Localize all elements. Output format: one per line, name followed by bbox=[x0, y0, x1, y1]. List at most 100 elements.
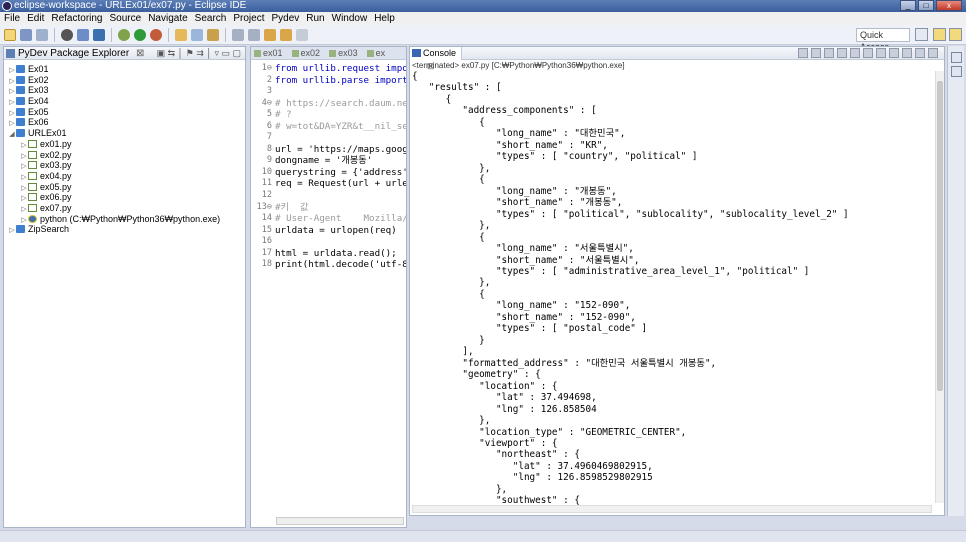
restore-view-icon[interactable] bbox=[951, 52, 962, 63]
console-line: } bbox=[412, 334, 485, 346]
tree-item[interactable]: ▷ ex06.py bbox=[4, 192, 245, 203]
minimize-view-icon[interactable] bbox=[915, 48, 925, 58]
explorer-view-tools[interactable]: ▣ ⇆ │ ⚑ ⇉ │ ▿ ▭ ▢ bbox=[157, 47, 241, 60]
new-icon[interactable] bbox=[4, 28, 16, 41]
back-icon[interactable] bbox=[280, 28, 292, 41]
menu-source[interactable]: Source bbox=[110, 12, 142, 25]
word-wrap-icon[interactable] bbox=[863, 48, 873, 58]
tree-item-label: ZipSearch bbox=[28, 224, 70, 235]
collapsed-arrow-icon[interactable]: ▷ bbox=[8, 226, 16, 237]
tree-item[interactable]: ▷ ex07.py bbox=[4, 203, 245, 214]
open-type-icon[interactable] bbox=[175, 28, 187, 41]
open-console-menu-icon[interactable] bbox=[902, 48, 912, 58]
tree-item[interactable]: ▷ ex02.py bbox=[4, 150, 245, 161]
last-edit-icon[interactable] bbox=[264, 28, 276, 41]
tree-item[interactable]: ◢ URLEx01 bbox=[4, 128, 245, 139]
code-line: 4⊖ # https://search.daum.ne bbox=[251, 98, 406, 110]
console-output[interactable]: { "results" : [ { "address_components" :… bbox=[410, 71, 944, 507]
editor-horizontal-scrollbar[interactable] bbox=[276, 517, 404, 525]
menu-run[interactable]: Run bbox=[306, 12, 324, 25]
menu-navigate[interactable]: Navigate bbox=[148, 12, 187, 25]
line-number: 7 bbox=[266, 132, 272, 143]
terminate-icon[interactable] bbox=[798, 48, 808, 58]
java-perspective-icon[interactable] bbox=[949, 28, 962, 41]
tree-item-label: ex02.py bbox=[40, 149, 72, 160]
project-icon bbox=[16, 75, 25, 84]
console-icon bbox=[412, 49, 421, 57]
menu-help[interactable]: Help bbox=[374, 12, 395, 25]
tree-item[interactable]: ▷ Ex01 bbox=[4, 64, 245, 75]
scrollbar-thumb[interactable] bbox=[937, 81, 943, 391]
open-console-icon[interactable] bbox=[93, 28, 105, 41]
tree-item[interactable]: ▷ Ex03 bbox=[4, 85, 245, 96]
close-view-icon[interactable]: ⊠ bbox=[136, 48, 144, 59]
remove-launch-icon[interactable] bbox=[811, 48, 821, 58]
quick-access-field[interactable]: Quick Access bbox=[856, 28, 910, 52]
search-icon[interactable] bbox=[191, 28, 203, 41]
tree-item-label: ex07.py bbox=[40, 202, 72, 213]
menu-search[interactable]: Search bbox=[195, 12, 227, 25]
menu-edit[interactable]: Edit bbox=[27, 12, 44, 25]
menu-file[interactable]: File bbox=[4, 12, 20, 25]
tree-item[interactable]: ▷ Ex04 bbox=[4, 96, 245, 107]
run-icon[interactable] bbox=[134, 28, 146, 41]
tree-item[interactable]: ▷ ex03.py bbox=[4, 160, 245, 171]
maximize-view-icon[interactable] bbox=[928, 48, 938, 58]
save-icon[interactable] bbox=[20, 28, 32, 41]
package-explorer-header[interactable]: PyDev Package Explorer ⊠ ▣ ⇆ │ ⚑ ⇉ │ ▿ ▭… bbox=[4, 47, 245, 60]
tree-item[interactable]: ▷ Ex02 bbox=[4, 75, 245, 86]
close-button[interactable]: x bbox=[936, 0, 962, 11]
menu-refactoring[interactable]: Refactoring bbox=[51, 12, 102, 25]
line-number: 18 bbox=[261, 259, 272, 270]
console-horizontal-scrollbar[interactable] bbox=[412, 505, 932, 513]
file-icon bbox=[28, 193, 37, 202]
tree-item[interactable]: ▷ ex04.py bbox=[4, 171, 245, 182]
next-annotation-icon[interactable] bbox=[248, 28, 260, 41]
scroll-lock-icon[interactable] bbox=[850, 48, 860, 58]
window-title: eclipse-workspace - URLEx01/ex07.py - Ec… bbox=[14, 0, 247, 11]
annotation-icon[interactable] bbox=[232, 28, 244, 41]
line-number: 15 bbox=[261, 224, 272, 235]
console-line: "types" : [ "postal_code" ] bbox=[412, 323, 648, 335]
clear-console-icon[interactable] bbox=[837, 48, 847, 58]
remove-all-icon[interactable] bbox=[824, 48, 834, 58]
forward-icon[interactable] bbox=[296, 28, 308, 41]
tree-item[interactable]: ▷ ZipSearch bbox=[4, 224, 245, 235]
tree-item[interactable]: ▷ ex01.py bbox=[4, 139, 245, 150]
open-perspective-icon[interactable] bbox=[915, 28, 928, 41]
debug-icon[interactable] bbox=[61, 28, 73, 41]
menu-window[interactable]: Window bbox=[332, 12, 368, 25]
display-console-icon[interactable] bbox=[889, 48, 899, 58]
menu-project[interactable]: Project bbox=[233, 12, 264, 25]
tab-ex01[interactable]: ex01 bbox=[251, 47, 289, 59]
pydev-perspective-icon[interactable] bbox=[933, 28, 946, 41]
tree-item-label: Ex04 bbox=[28, 96, 49, 107]
save-all-icon[interactable] bbox=[36, 28, 48, 41]
external-tools-icon[interactable] bbox=[150, 28, 162, 41]
close-console-icon[interactable]: ⊠ bbox=[427, 61, 435, 71]
terminal-icon[interactable] bbox=[77, 28, 89, 41]
console-vertical-scrollbar[interactable] bbox=[935, 71, 944, 503]
code-text: # User-Agent Mozilla/ bbox=[275, 213, 407, 225]
bug-icon[interactable] bbox=[118, 28, 130, 41]
tree-item[interactable]: ▷ Ex05 bbox=[4, 107, 245, 118]
tree-item[interactable]: ▷ python (C:₩Python₩Python36₩python.exe) bbox=[4, 214, 245, 225]
minimize-button[interactable]: _ bbox=[900, 0, 916, 11]
tab-ex07[interactable]: ex bbox=[364, 47, 392, 59]
tree-item[interactable]: ▷ ex05.py bbox=[4, 182, 245, 193]
outline-view-icon[interactable] bbox=[951, 66, 962, 77]
code-line: 18 print(html.decode('utf-8 bbox=[251, 259, 406, 271]
tree-item[interactable]: ▷ Ex06 bbox=[4, 117, 245, 128]
pin-console-icon[interactable] bbox=[876, 48, 886, 58]
project-icon bbox=[16, 225, 25, 234]
maximize-button[interactable]: □ bbox=[918, 0, 934, 11]
tab-ex02[interactable]: ex02 bbox=[289, 47, 327, 59]
tab-console[interactable]: Console ⊠ bbox=[410, 47, 462, 71]
tab-ex03[interactable]: ex03 bbox=[326, 47, 364, 59]
menu-pydev[interactable]: Pydev bbox=[271, 12, 299, 25]
code-editor[interactable]: ex01 ex02 ex03 ex 1⊖ from urllib.request … bbox=[250, 46, 407, 528]
code-line: 8 url = 'https://maps.goog bbox=[251, 144, 406, 156]
pencil-icon[interactable] bbox=[207, 28, 219, 41]
console-line: }, bbox=[412, 483, 508, 495]
code-text: querystring = {'address' bbox=[275, 166, 407, 178]
